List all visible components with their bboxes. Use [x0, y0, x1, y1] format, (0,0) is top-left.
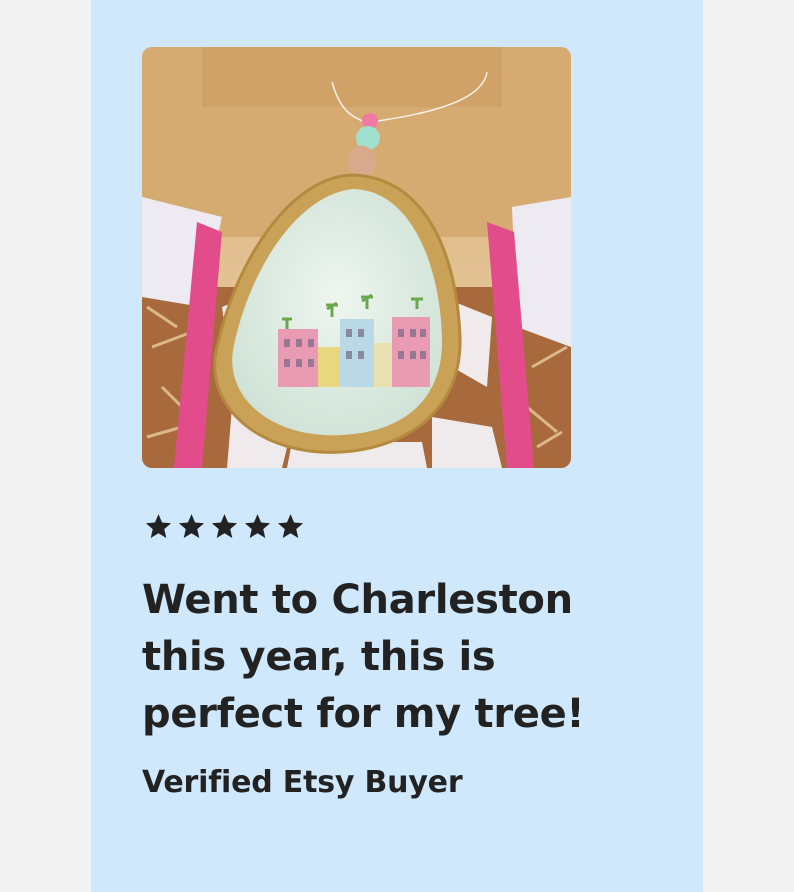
star-icon	[244, 514, 271, 538]
star-icon	[211, 514, 238, 538]
review-text: Went to Charleston this year, this is pe…	[142, 577, 585, 737]
review-card: Went to Charleston this year, this is pe…	[91, 0, 703, 892]
star-icon	[178, 514, 205, 538]
star-rating	[144, 512, 305, 542]
oyster-ornament-image	[142, 47, 571, 468]
reviewer-name: Verified Etsy Buyer	[142, 765, 463, 800]
star-icon	[277, 514, 304, 538]
product-photo[interactable]	[142, 47, 571, 468]
star-icon	[145, 514, 172, 538]
